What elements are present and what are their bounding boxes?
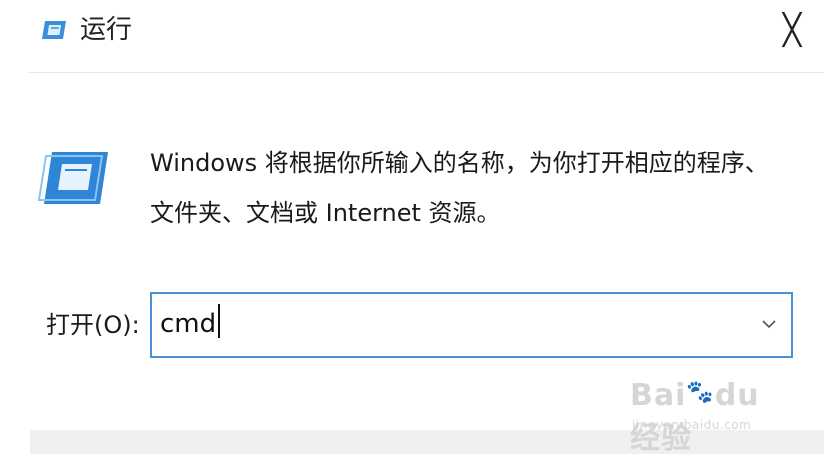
open-input[interactable]: cmd [160,304,221,344]
open-combobox[interactable]: cmd [150,292,793,358]
description-line-1: Windows 将根据你所输入的名称，为你打开相应的程序、 [150,149,769,177]
text-caret [218,304,221,338]
run-dialog-icon [38,152,108,204]
close-button[interactable]: ╳ [770,8,814,52]
chevron-down-icon[interactable] [759,314,779,334]
window-title: 运行 [80,15,133,45]
baidu-watermark: Bai🐾du经验 jingyan.baidu.com [630,368,790,456]
title-bar: 运行 ╳ [0,0,824,62]
watermark-url: jingyan.baidu.com [632,418,752,432]
description: Windows 将根据你所输入的名称，为你打开相应的程序、 文件夹、文档或 In… [150,138,790,238]
description-line-2: 文件夹、文档或 Internet 资源。 [150,199,501,227]
open-label: 打开(O): [46,311,140,339]
run-dialog-icon [42,21,66,39]
title-divider [28,72,824,73]
close-icon: ╳ [782,12,802,48]
open-input-value: cmd [160,309,217,339]
